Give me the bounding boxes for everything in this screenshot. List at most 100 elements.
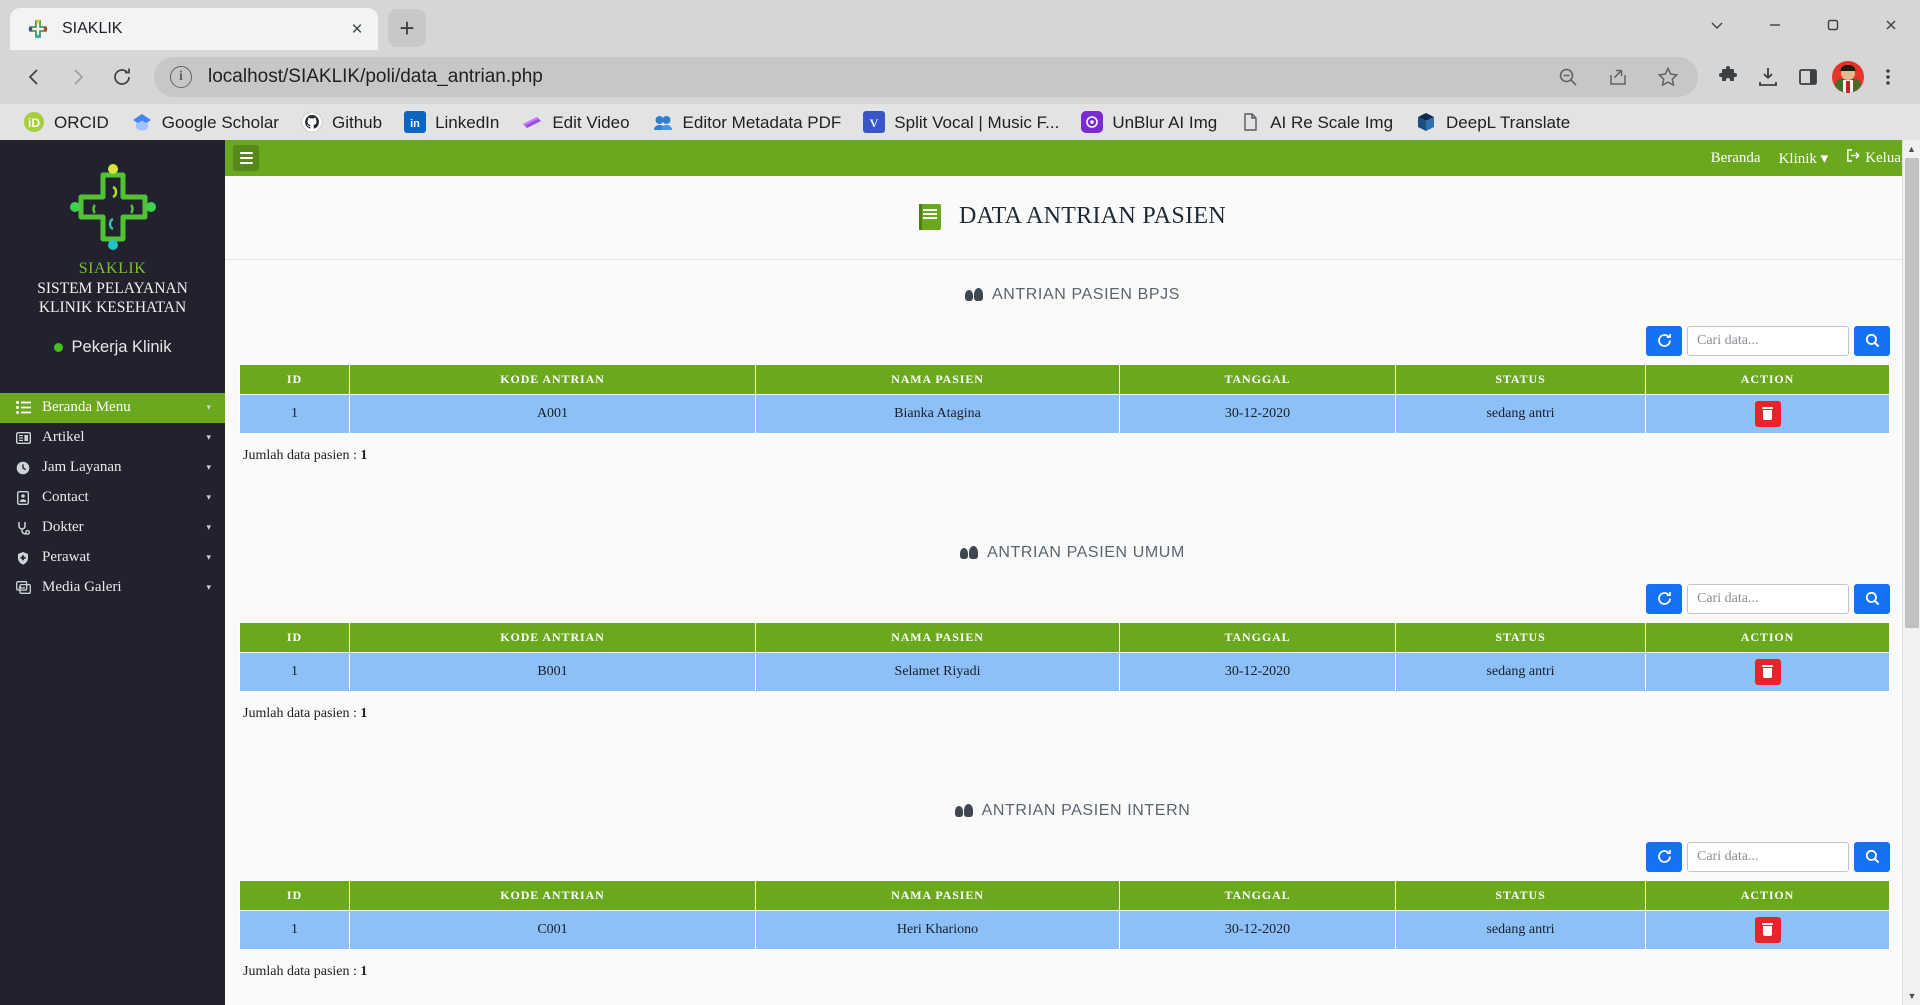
sidebar-item-beranda-menu[interactable]: Beranda Menu ▾ — [0, 392, 225, 423]
topnav-keluar[interactable]: Keluar — [1846, 149, 1906, 167]
search-input[interactable]: Cari data... — [1687, 583, 1849, 614]
search-button[interactable] — [1854, 841, 1890, 872]
side-panel-icon[interactable] — [1790, 59, 1826, 95]
delete-button[interactable] — [1754, 400, 1781, 427]
cell-tanggal: 30-12-2020 — [1119, 651, 1396, 692]
col-kode-antrian: KODE ANTRIAN — [349, 621, 756, 653]
brand-title: SIAKLIK — [78, 260, 147, 277]
pdf-metadata-icon — [652, 111, 674, 133]
sidebar-item-label: Contact — [42, 489, 89, 506]
bookmark-label: AI Re Scale Img — [1270, 112, 1394, 132]
downloads-icon[interactable] — [1750, 59, 1786, 95]
bookmark-github[interactable]: Github — [290, 107, 393, 137]
scroll-down-arrow[interactable]: ▼ — [1903, 987, 1920, 1005]
bookmark-label: Google Scholar — [161, 112, 279, 132]
bookmark-editor-metadata-pdf[interactable]: Editor Metadata PDF — [641, 107, 853, 137]
cell-id: 1 — [239, 651, 350, 692]
col-id: ID — [239, 621, 350, 653]
address-bar[interactable]: i localhost/SIAKLIK/poli/data_antrian.ph… — [154, 57, 1698, 97]
cell-id: 1 — [239, 909, 350, 950]
topnav-label: Beranda — [1710, 149, 1761, 166]
bookmark-linkedin[interactable]: in LinkedIn — [393, 107, 510, 137]
bookmark-orcid[interactable]: iD ORCID — [12, 107, 120, 137]
search-button[interactable] — [1854, 325, 1890, 356]
share-icon[interactable] — [1600, 59, 1636, 95]
browser-tab[interactable]: SIAKLIK × — [10, 8, 378, 50]
search-button[interactable] — [1854, 583, 1890, 614]
article-icon — [14, 431, 32, 444]
refresh-button[interactable] — [1646, 325, 1682, 356]
count-line-intern: Jumlah data pasien : 1 — [239, 950, 1906, 980]
table-header-row: ID KODE ANTRIAN NAMA PASIEN TANGGAL STAT… — [239, 363, 1890, 395]
cell-status: sedang antri — [1395, 393, 1646, 434]
table-header-row: ID KODE ANTRIAN NAMA PASIEN TANGGAL STAT… — [239, 621, 1890, 653]
reload-button[interactable] — [102, 57, 142, 97]
window-close-icon[interactable] — [1862, 0, 1920, 50]
url-text: localhost/SIAKLIK/poli/data_antrian.php — [208, 66, 543, 87]
table-row: 1 C001 Heri Khariono 30-12-2020 sedang a… — [239, 909, 1890, 950]
close-icon[interactable]: × — [344, 16, 370, 42]
bookmark-unblur-ai-img[interactable]: UnBlur AI Img — [1070, 107, 1228, 137]
sidebar-item-media-galeri[interactable]: Media Galeri ▾ — [0, 573, 225, 603]
scrollbar-thumb[interactable] — [1905, 158, 1919, 628]
book-icon — [919, 203, 942, 230]
list-menu-icon — [14, 401, 32, 415]
col-action: ACTION — [1645, 879, 1890, 911]
count-line-umum: Jumlah data pasien : 1 — [239, 692, 1906, 722]
refresh-button[interactable] — [1646, 583, 1682, 614]
col-nama-pasien: NAMA PASIEN — [755, 879, 1120, 911]
col-status: STATUS — [1395, 363, 1646, 395]
page-scrollbar[interactable]: ▲ ▼ — [1902, 140, 1920, 1005]
sidebar-item-dokter[interactable]: Dokter ▾ — [0, 513, 225, 543]
contact-icon — [14, 490, 32, 505]
sidebar-item-perawat[interactable]: Perawat ▾ — [0, 543, 225, 573]
section-title-label: ANTRIAN PASIEN BPJS — [991, 285, 1181, 303]
section-umum: ANTRIAN PASIEN UMUM Cari data... ID KODE… — [225, 518, 1920, 722]
star-icon[interactable] — [1650, 59, 1686, 95]
bookmark-deepl-translate[interactable]: DeepL Translate — [1404, 107, 1581, 137]
search-input[interactable]: Cari data... — [1687, 325, 1849, 356]
zoom-out-icon[interactable] — [1550, 59, 1586, 95]
site-info-icon[interactable]: i — [170, 66, 192, 88]
extensions-icon[interactable] — [1710, 59, 1746, 95]
col-kode-antrian: KODE ANTRIAN — [349, 879, 756, 911]
bookmark-google-scholar[interactable]: Google Scholar — [120, 107, 290, 137]
edit-video-icon — [521, 111, 543, 133]
search-input[interactable]: Cari data... — [1687, 841, 1849, 872]
delete-button[interactable] — [1754, 658, 1781, 685]
bookmark-split-vocal[interactable]: V Split Vocal | Music F... — [852, 107, 1070, 137]
col-tanggal: TANGGAL — [1119, 621, 1396, 653]
people-icon — [960, 546, 979, 559]
topnav-beranda[interactable]: Beranda — [1711, 150, 1761, 167]
chevron-down-icon[interactable] — [1688, 0, 1746, 50]
linkedin-icon: in — [404, 111, 427, 133]
minimize-icon[interactable] — [1746, 0, 1804, 50]
maximize-icon[interactable] — [1804, 0, 1862, 50]
sidebar-item-jam-layanan[interactable]: Jam Layanan ▾ — [0, 453, 225, 483]
bookmark-label: Github — [331, 112, 383, 132]
profile-avatar[interactable] — [1830, 59, 1866, 95]
cell-id: 1 — [239, 393, 350, 434]
scroll-up-arrow[interactable]: ▲ — [1903, 140, 1920, 158]
bookmark-ai-re-scale-img[interactable]: AI Re Scale Img — [1228, 107, 1404, 137]
bookmark-label: ORCID — [54, 112, 109, 132]
topnav-klinik[interactable]: Klinik ▾ — [1779, 149, 1829, 168]
delete-button[interactable] — [1754, 916, 1781, 943]
bookmarks-bar: iD ORCID Google Scholar Github in Linked… — [0, 104, 1920, 140]
github-icon — [301, 111, 323, 133]
cell-nama: Bianka Atagina — [755, 393, 1120, 434]
menu-toggle-icon[interactable] — [233, 145, 259, 171]
new-tab-button[interactable]: + — [388, 9, 426, 47]
page-scroll-area: DATA ANTRIAN PASIEN ANTRIAN PASIEN BPJS … — [225, 176, 1920, 1005]
sidebar-item-label: Media Galeri — [42, 579, 122, 596]
brand-subtitle: SISTEM PELAYANAN KLINIK KESEHATAN — [37, 280, 188, 317]
refresh-button[interactable] — [1646, 841, 1682, 872]
back-button[interactable] — [14, 57, 54, 97]
forward-button[interactable] — [58, 57, 98, 97]
section-title-label: ANTRIAN PASIEN INTERN — [981, 801, 1191, 819]
sidebar-item-artikel[interactable]: Artikel ▾ — [0, 423, 225, 453]
sidebar-item-contact[interactable]: Contact ▾ — [0, 483, 225, 513]
chrome-menu-icon[interactable] — [1870, 59, 1906, 95]
bookmark-edit-video[interactable]: Edit Video — [510, 107, 640, 137]
col-id: ID — [239, 363, 350, 395]
